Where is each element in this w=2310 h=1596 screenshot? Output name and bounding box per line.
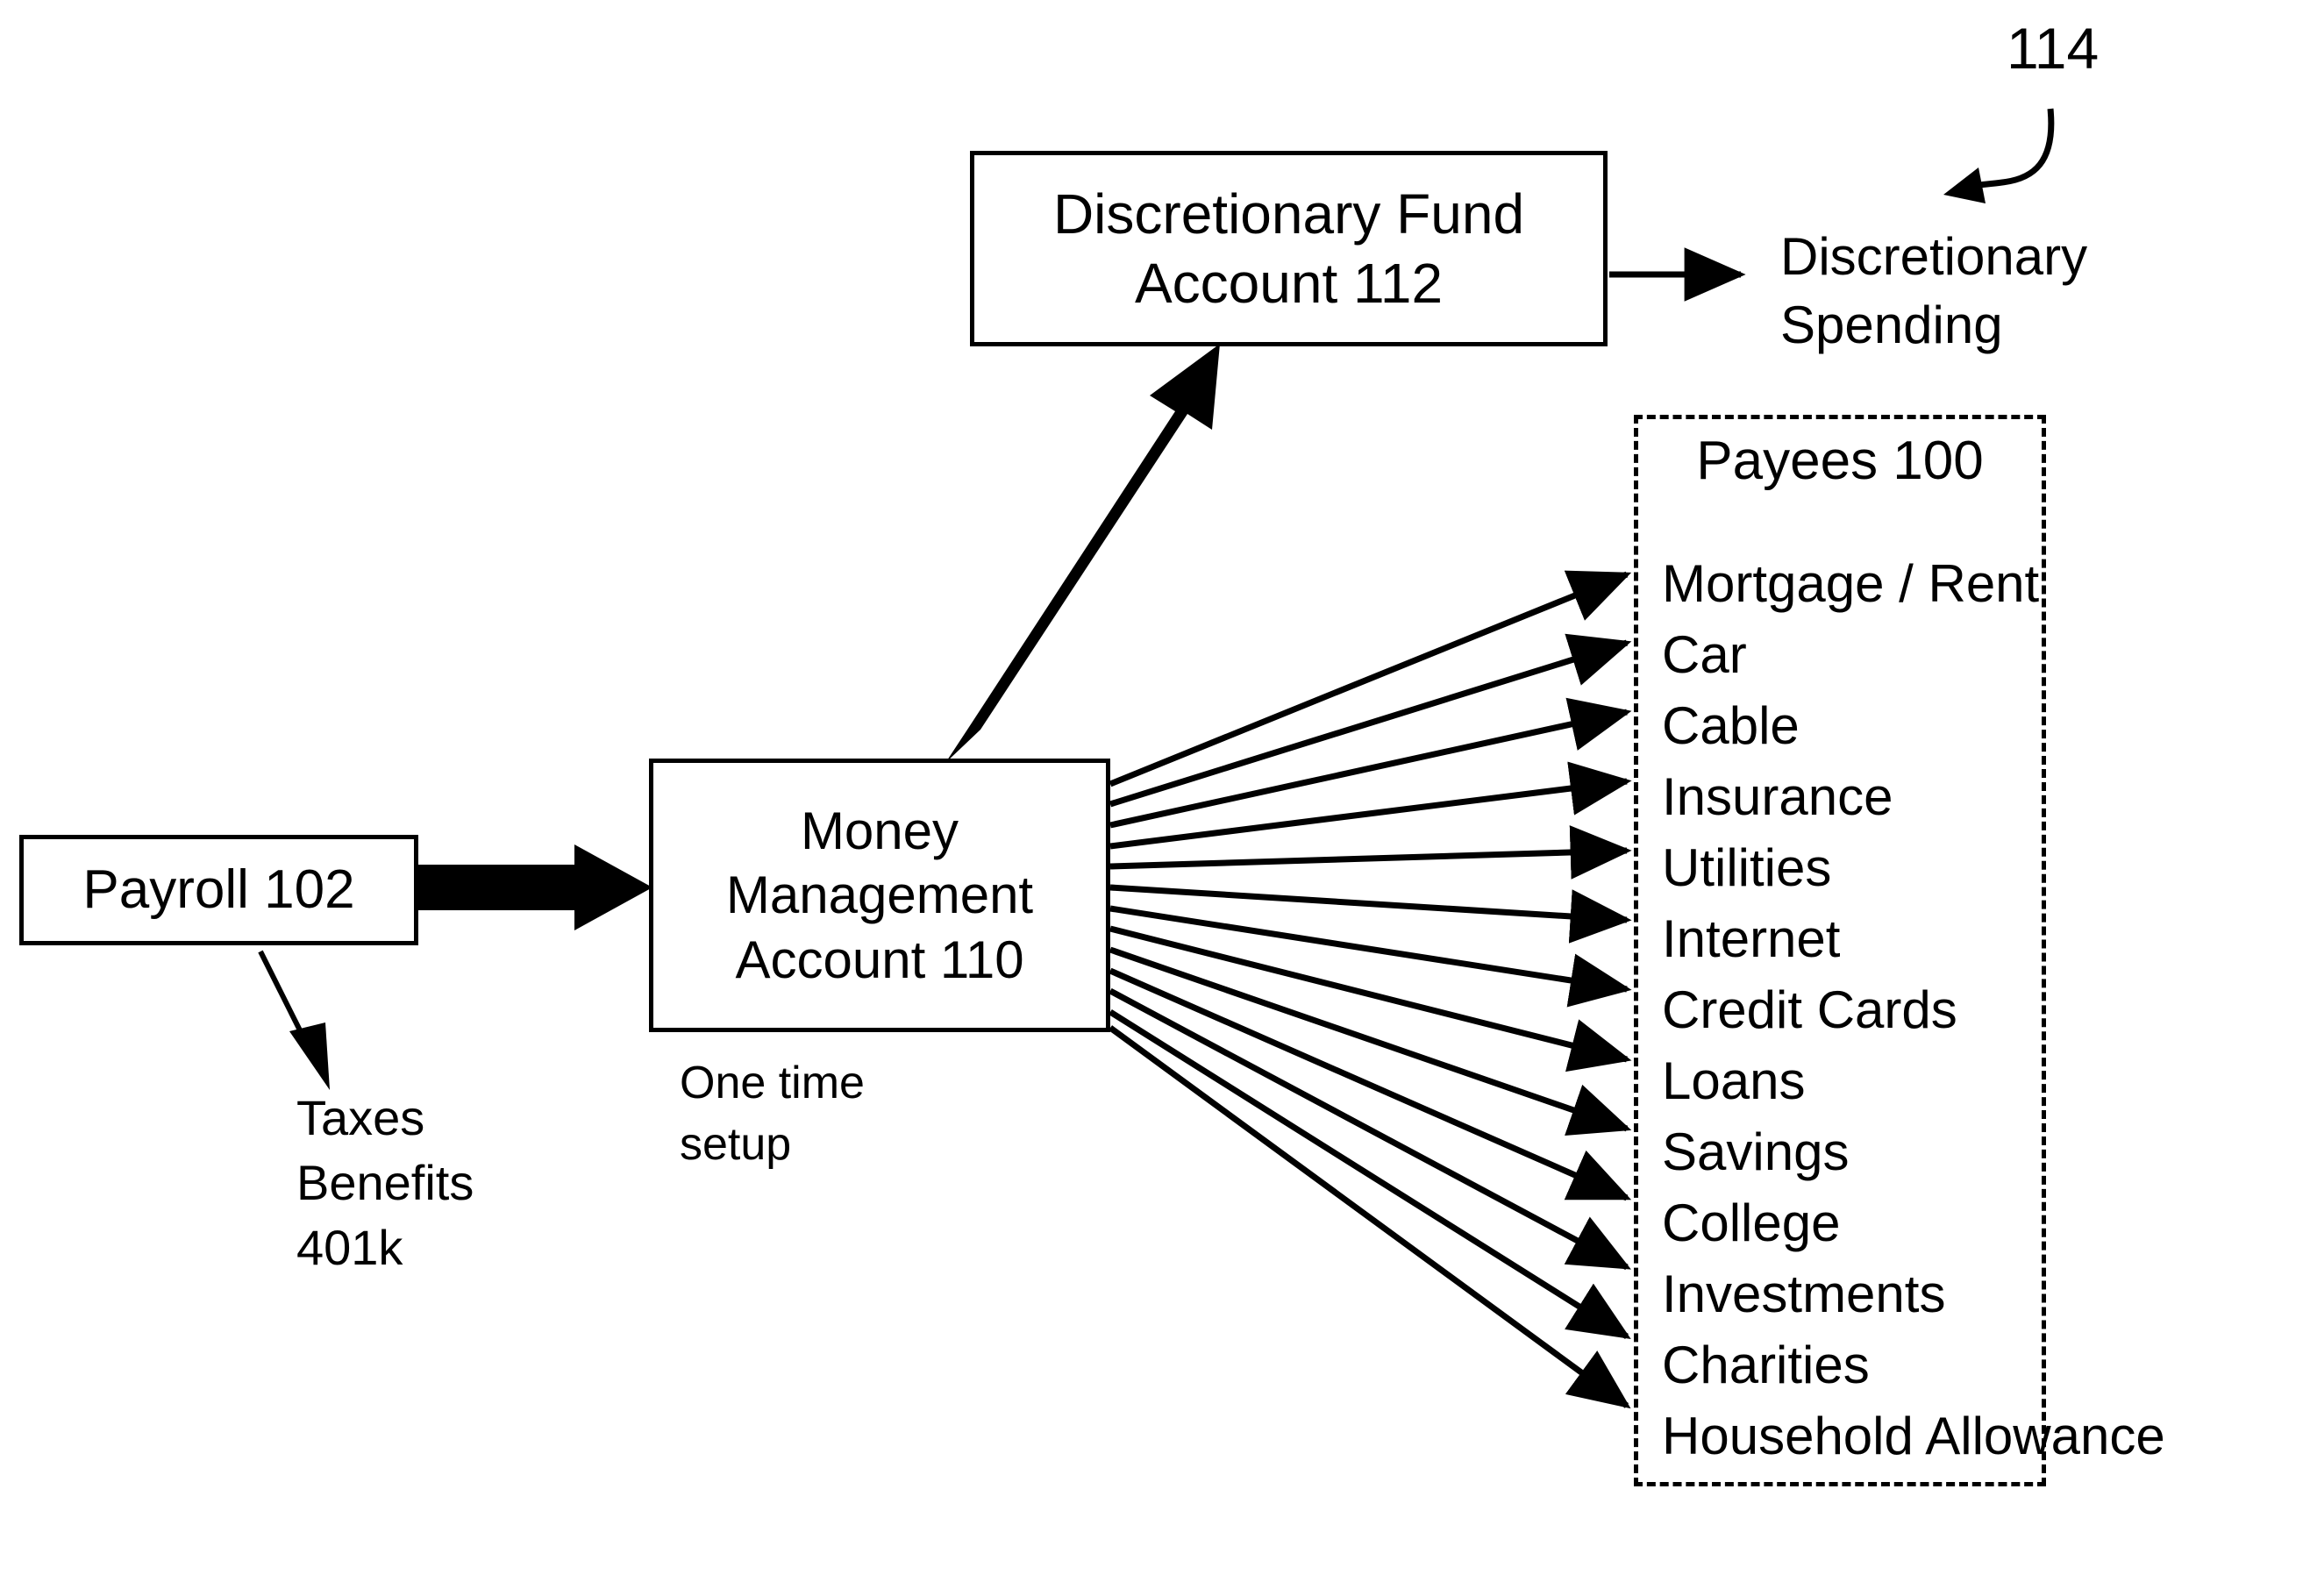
arrow-to-payee-loans	[1109, 925, 1632, 1072]
money-management-account-box[interactable]: Money Management Account 110	[649, 759, 1110, 1032]
deduction-401k: 401k	[296, 1220, 403, 1275]
arrow-payroll-to-money-management	[418, 844, 652, 930]
payee-item[interactable]: College	[1662, 1187, 2223, 1258]
discretionary-spending-line2: Spending	[1780, 296, 2003, 354]
arrow-to-payee-insurance	[1109, 761, 1632, 850]
payee-item[interactable]: Mortgage / Rent	[1662, 548, 2223, 619]
payee-item[interactable]: Household Allowance	[1662, 1400, 2223, 1471]
arrow-to-payee-charities	[1109, 1009, 1631, 1339]
payee-item[interactable]: Savings	[1662, 1116, 2223, 1187]
arrow-to-payee-savings	[1109, 946, 1632, 1136]
patent-figure-canvas: Discretionary Fund Account 112 Money Man…	[0, 0, 2310, 1596]
discretionary-fund-line1: Discretionary Fund	[1052, 182, 1525, 246]
arrow-to-payee-internet	[1109, 884, 1632, 944]
payee-item[interactable]: Investments	[1662, 1258, 2223, 1329]
money-management-line1: Money	[800, 802, 959, 861]
deduction-taxes: Taxes	[296, 1090, 425, 1145]
payee-item[interactable]: Car	[1662, 619, 2223, 690]
arrow-to-payee-utilities	[1109, 825, 1632, 880]
arrow-to-payee-cable	[1109, 697, 1632, 829]
money-management-line3: Account 110	[735, 930, 1024, 989]
arrow-fan-money-management-to-payees	[1108, 570, 1632, 1409]
payee-item[interactable]: Loans	[1662, 1045, 2223, 1116]
arrow-to-payee-mortgage-rent	[1109, 570, 1632, 787]
payroll-label: Payroll 102	[82, 859, 355, 921]
payee-item[interactable]: Insurance	[1662, 761, 2223, 832]
payee-item[interactable]: Charities	[1662, 1329, 2223, 1400]
payee-item[interactable]: Utilities	[1662, 832, 2223, 903]
discretionary-spending-line1: Discretionary	[1780, 227, 2088, 286]
discretionary-spending-annotation: Discretionary Spending	[1780, 223, 2087, 360]
payee-item[interactable]: Internet	[1662, 903, 2223, 974]
arrow-money-management-to-discretionary-fund	[945, 344, 1220, 763]
payroll-box[interactable]: Payroll 102	[19, 835, 418, 945]
discretionary-fund-account-box[interactable]: Discretionary Fund Account 112	[970, 151, 1608, 346]
one-time-setup-line1: One time	[680, 1058, 865, 1108]
arrow-to-payee-college	[1109, 967, 1632, 1201]
leader-arrow-114	[1943, 108, 2055, 203]
arrow-to-payee-car	[1109, 633, 1632, 808]
arrow-to-payee-credit-cards	[1109, 905, 1632, 1008]
payroll-deductions-annotation: Taxes Benefits 401k	[296, 1086, 474, 1280]
one-time-setup-line2: setup	[680, 1119, 792, 1170]
arrow-payroll-to-deductions	[258, 950, 330, 1090]
payees-list: Mortgage / Rent Car Cable Insurance Util…	[1662, 548, 2223, 1471]
money-management-line2: Management	[725, 866, 1034, 925]
arrow-to-payee-household-allowance	[1108, 1025, 1631, 1409]
discretionary-fund-line2: Account 112	[1134, 251, 1444, 315]
deduction-benefits: Benefits	[296, 1155, 474, 1210]
arrow-to-payee-investments	[1109, 987, 1631, 1271]
payee-item[interactable]: Cable	[1662, 690, 2223, 761]
reference-numeral-114: 114	[2007, 16, 2100, 81]
payee-item[interactable]: Credit Cards	[1662, 974, 2223, 1045]
payees-group-title: Payees 100	[1696, 431, 1984, 491]
one-time-setup-annotation: One time setup	[680, 1052, 865, 1175]
